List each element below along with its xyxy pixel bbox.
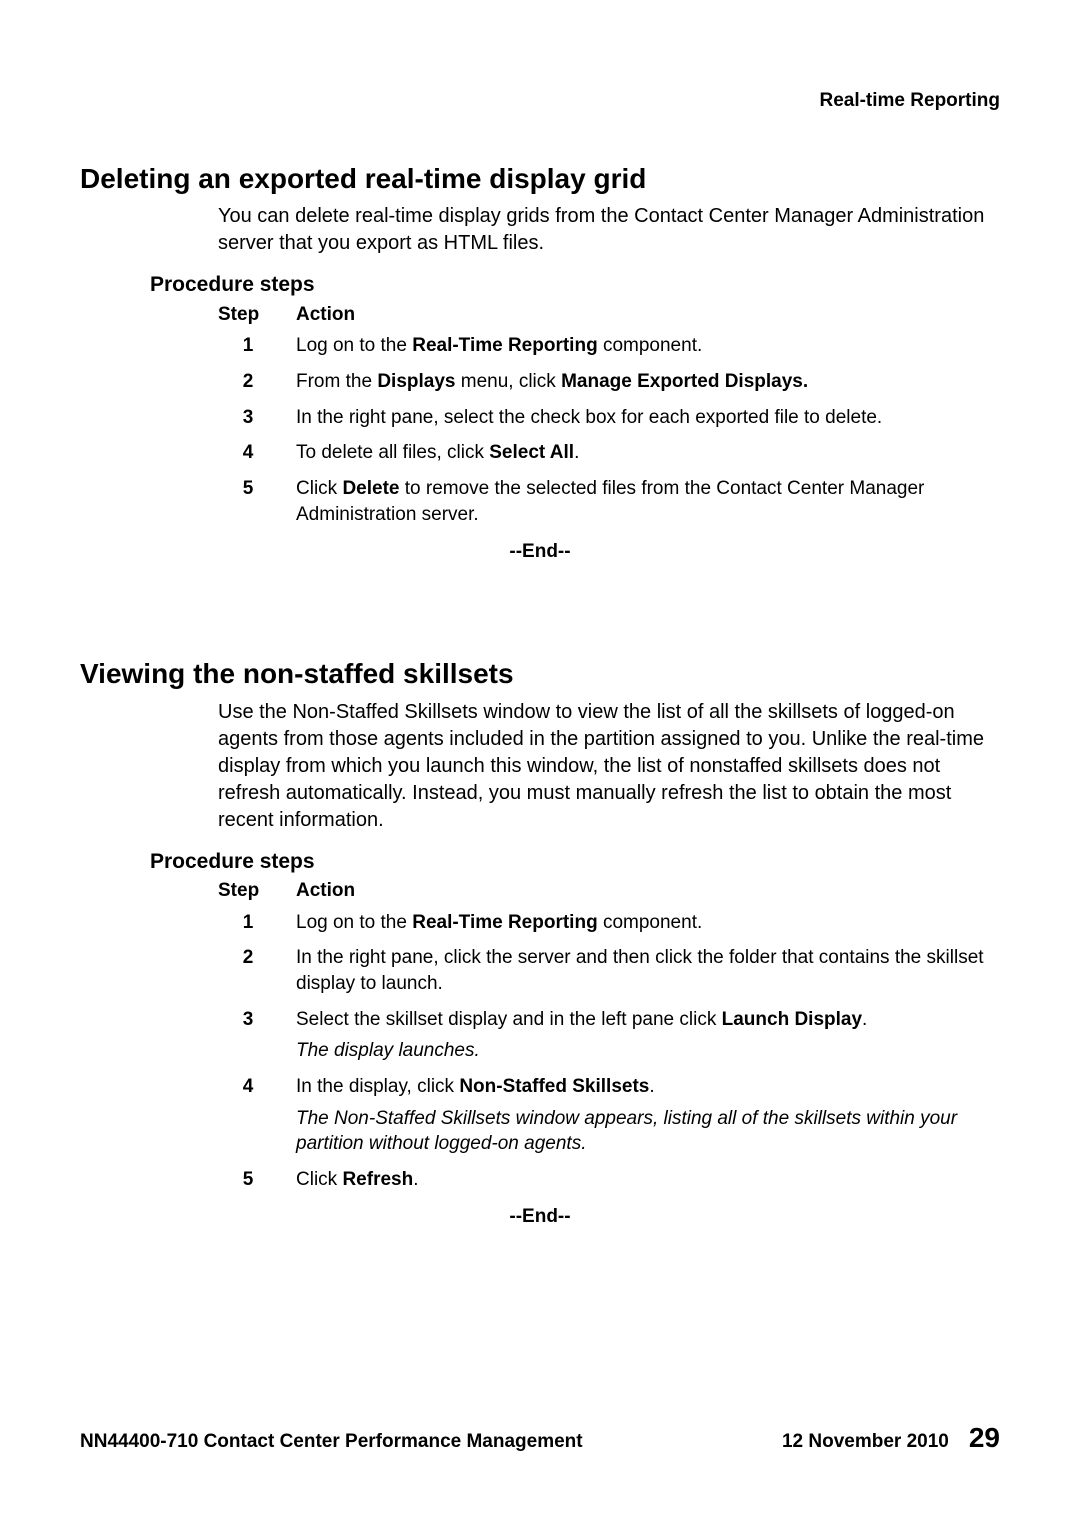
step-number: 4 bbox=[218, 440, 296, 466]
page: Real-time Reporting Deleting an exported… bbox=[0, 0, 1080, 1527]
step-number: 3 bbox=[218, 405, 296, 431]
step-number: 2 bbox=[218, 945, 296, 996]
section2-step-row: 4 In the display, click Non-Staffed Skil… bbox=[218, 1074, 1000, 1157]
step-action: Log on to the Real-Time Reporting compon… bbox=[296, 910, 1000, 936]
section2-title: Viewing the non-staffed skillsets bbox=[80, 655, 1000, 693]
step-action: In the display, click Non-Staffed Skills… bbox=[296, 1074, 1000, 1157]
step-number: 1 bbox=[218, 333, 296, 359]
section1-title: Deleting an exported real-time display g… bbox=[80, 160, 1000, 198]
step-action: To delete all files, click Select All. bbox=[296, 440, 1000, 466]
step-number: 4 bbox=[218, 1074, 296, 1157]
step-action: In the right pane, click the server and … bbox=[296, 945, 1000, 996]
section2-step-row: 3 Select the skillset display and in the… bbox=[218, 1007, 1000, 1064]
step-number: 1 bbox=[218, 910, 296, 936]
step-action: Select the skillset display and in the l… bbox=[296, 1007, 1000, 1064]
step-action: Click Refresh. bbox=[296, 1167, 1000, 1193]
step-action: Log on to the Real-Time Reporting compon… bbox=[296, 333, 1000, 359]
section1-intro: You can delete real-time display grids f… bbox=[218, 203, 1000, 257]
col-step-label: Step bbox=[218, 302, 296, 328]
section1-step-row: 1 Log on to the Real-Time Reporting comp… bbox=[218, 333, 1000, 359]
step-action: Click Delete to remove the selected file… bbox=[296, 476, 1000, 527]
step-action: From the Displays menu, click Manage Exp… bbox=[296, 369, 1000, 395]
step-number: 5 bbox=[218, 476, 296, 527]
section1-end-marker: --End-- bbox=[80, 539, 1000, 565]
step-number: 3 bbox=[218, 1007, 296, 1064]
col-action-label: Action bbox=[296, 878, 355, 904]
footer-date: 12 November 2010 bbox=[782, 1429, 949, 1455]
step-number: 5 bbox=[218, 1167, 296, 1193]
section2-step-row: 2 In the right pane, click the server an… bbox=[218, 945, 1000, 996]
section1-step-row: 4 To delete all files, click Select All. bbox=[218, 440, 1000, 466]
step-number: 2 bbox=[218, 369, 296, 395]
page-footer: NN44400-710 Contact Center Performance M… bbox=[80, 1419, 1000, 1457]
section2-end-marker: --End-- bbox=[80, 1204, 1000, 1230]
section2-step-row: 1 Log on to the Real-Time Reporting comp… bbox=[218, 910, 1000, 936]
footer-doc-id: NN44400-710 Contact Center Performance M… bbox=[80, 1429, 583, 1455]
section2-proc-heading: Procedure steps bbox=[150, 848, 1000, 876]
step-action: In the right pane, select the check box … bbox=[296, 405, 1000, 431]
section2-step-row: 5 Click Refresh. bbox=[218, 1167, 1000, 1193]
section1-step-row: 2 From the Displays menu, click Manage E… bbox=[218, 369, 1000, 395]
section2-intro: Use the Non-Staffed Skillsets window to … bbox=[218, 699, 1000, 834]
running-header: Real-time Reporting bbox=[80, 88, 1000, 114]
step-result: The Non-Staffed Skillsets window appears… bbox=[296, 1106, 990, 1157]
step-result: The display launches. bbox=[296, 1038, 990, 1064]
col-step-label: Step bbox=[218, 878, 296, 904]
section1-step-header: Step Action bbox=[218, 302, 1000, 328]
col-action-label: Action bbox=[296, 302, 355, 328]
section2-step-header: Step Action bbox=[218, 878, 1000, 904]
section1-step-row: 5 Click Delete to remove the selected fi… bbox=[218, 476, 1000, 527]
footer-page-number: 29 bbox=[969, 1419, 1000, 1457]
section1-step-row: 3 In the right pane, select the check bo… bbox=[218, 405, 1000, 431]
section1-proc-heading: Procedure steps bbox=[150, 271, 1000, 299]
